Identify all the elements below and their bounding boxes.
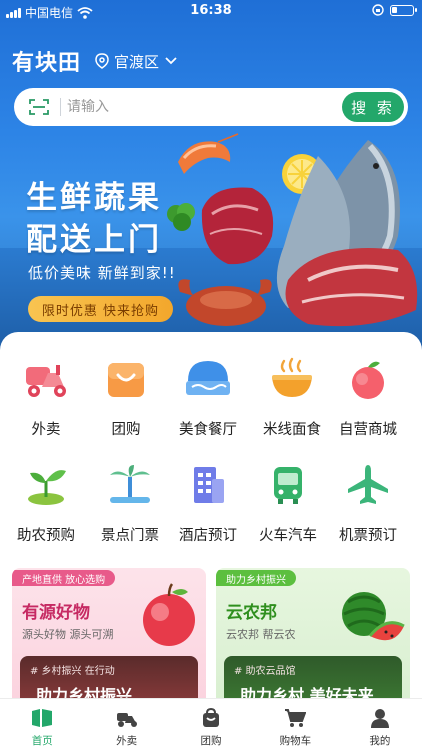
clock: 16:38 [190,3,232,18]
beef-image [201,187,274,265]
category-hotel-booking[interactable]: 酒店预订 [166,460,250,545]
app-title: 有块田 [12,50,82,76]
home-icon [32,709,53,727]
promo-tag: 助力乡村振兴 [216,570,296,586]
shopping-bag-icon [108,363,144,397]
location-pin-icon [95,53,109,69]
category-label: 火车汽车 [259,528,317,544]
tab-cart[interactable]: 购物车 [253,699,337,750]
scooter-icon [116,713,137,727]
location-selector[interactable]: 官渡区 [95,51,178,72]
battery-icon [390,4,417,16]
category-mall[interactable]: 自营商城 [326,354,410,439]
promo-title: 有源好物 [22,603,90,623]
chevron-down-icon [165,57,177,65]
banner-headline-line1: 生鲜蔬果 [26,180,162,216]
promo-subtitle: 云农邦 帮云农 [226,628,296,641]
crab-image [178,279,272,326]
promo-title: 云农邦 [226,603,277,623]
tab-label: 我的 [369,735,391,747]
promo-subtitle: 源头好物 源头可溯 [22,628,114,641]
scan-icon[interactable] [22,88,56,126]
category-label: 团购 [111,422,141,438]
category-label: 助农预购 [17,528,75,544]
tab-label: 购物车 [279,735,312,747]
tab-label: 外卖 [116,735,138,747]
search-bar: 搜 索 [14,88,408,126]
bag-icon [203,708,220,727]
steak-image [285,248,418,327]
tab-takeout[interactable]: 外卖 [84,699,168,750]
banner-cta-button[interactable]: 限时优惠 快来抢购 [28,296,173,322]
airplane-icon [348,465,388,504]
search-button[interactable]: 搜 索 [342,92,404,122]
shrimp-image [178,133,239,174]
apple-icon [352,361,384,399]
banner-headline-line2: 配送上门 [26,222,162,258]
noodle-bowl-icon [272,357,312,397]
cart-icon [285,709,307,727]
sprout-icon [28,470,66,505]
category-label: 机票预订 [339,528,397,544]
category-farm-presale[interactable]: 助农预购 [4,460,88,545]
search-input[interactable] [67,99,342,115]
category-takeout[interactable]: 外卖 [4,354,88,439]
building-icon [194,467,224,503]
header: 有块田 官渡区 [12,46,178,76]
status-bar: 中国电信 16:38 [0,0,422,22]
category-label: 米线面食 [263,422,321,438]
watermelon-image [342,592,405,641]
location-label: 官渡区 [114,52,160,71]
promo-tag: 产地直供 放心选购 [12,570,116,586]
category-noodles[interactable]: 米线面食 [250,354,334,439]
category-flight-booking[interactable]: 机票预订 [326,460,410,545]
category-label: 外卖 [31,422,61,438]
promo-card-yunnongbang[interactable]: 助力乡村振兴 云农邦 云农邦 帮云农 # 助农云品馆 助力乡村 美好未来 [216,568,410,708]
category-restaurant[interactable]: 美食餐厅 [166,354,250,439]
tab-label: 首页 [31,735,53,747]
category-group-buy[interactable]: 团购 [84,354,168,439]
promo-inner-tag: # 助农云品馆 [234,666,296,677]
bus-icon [274,467,302,504]
banner-subtitle: 低价美味 新鲜到家!! [28,264,176,282]
promo-inner-tag: # 乡村振兴 在行动 [30,666,115,677]
category-label: 自营商城 [339,422,397,438]
tab-group-buy[interactable]: 团购 [169,699,253,750]
apple-image [143,583,195,646]
broccoli-image [167,203,195,231]
status-right [372,4,417,16]
search-divider [60,98,61,116]
tab-profile[interactable]: 我的 [338,699,422,750]
user-icon [370,709,389,728]
tab-label: 团购 [200,735,222,747]
promo-card-origin-goods[interactable]: 产地直供 放心选购 有源好物 源头好物 源头可溯 # 乡村振兴 在行动 助力乡村… [12,568,206,708]
scooter-icon [26,365,66,397]
food-dome-icon [186,361,230,395]
category-label: 美食餐厅 [179,422,237,438]
category-attraction-tickets[interactable]: 景点门票 [88,460,172,545]
orientation-lock-icon [372,4,384,16]
category-label: 景点门票 [101,528,159,544]
category-train-bus[interactable]: 火车汽车 [246,460,330,545]
bottom-tab-bar: 首页 外卖 团购 购物车 我的 [0,698,422,750]
category-label: 酒店预订 [179,528,237,544]
tab-home[interactable]: 首页 [0,699,84,750]
palm-tree-icon [110,465,150,503]
